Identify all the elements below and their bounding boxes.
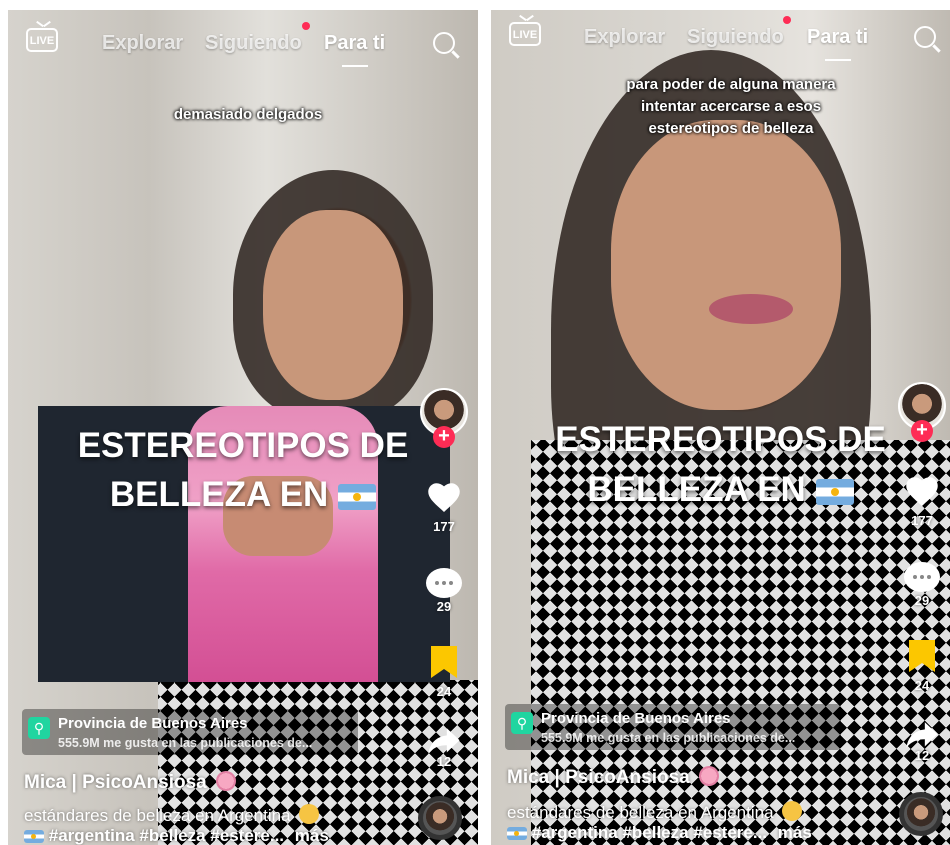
bookmark-count: 24 bbox=[436, 684, 452, 699]
argentina-flag-icon bbox=[815, 478, 854, 505]
comment-count: 29 bbox=[436, 599, 452, 614]
video-description-text: estándares de belleza en Argentina bbox=[24, 806, 291, 825]
live-icon[interactable]: LIVE bbox=[509, 22, 541, 46]
heart-icon[interactable] bbox=[904, 474, 940, 508]
tab-explorar[interactable]: Explorar bbox=[584, 26, 665, 49]
video-caption: demasiado delgados bbox=[173, 106, 323, 123]
tab-siguiendo[interactable]: Siguiendo bbox=[687, 26, 784, 49]
share-count: 12 bbox=[436, 754, 452, 769]
overlay-title-line2-text: BELLEZA EN bbox=[587, 470, 806, 509]
tab-explorar[interactable]: Explorar bbox=[102, 32, 183, 55]
share-icon[interactable] bbox=[427, 726, 461, 756]
like-count: 177 bbox=[433, 519, 455, 534]
more-link[interactable]: más bbox=[295, 826, 329, 845]
bookmark-count: 24 bbox=[914, 678, 930, 693]
hashtags-text: #argentina #belleza #estere... bbox=[531, 823, 768, 842]
music-disc-icon[interactable] bbox=[899, 792, 943, 836]
author-name[interactable]: Mica | PsicoAnsiosa bbox=[24, 771, 236, 794]
more-link[interactable]: más bbox=[778, 823, 812, 842]
heart-icon[interactable] bbox=[426, 480, 462, 514]
argentina-flag-small-icon bbox=[507, 827, 527, 841]
action-rail: + 177 29 24 12 bbox=[896, 382, 948, 782]
top-navigation: LIVE Explorar Siguiendo Para ti bbox=[8, 22, 478, 67]
argentina-flag-icon bbox=[338, 483, 377, 510]
video-panel-right[interactable]: para poder de alguna manera intentar ace… bbox=[491, 10, 950, 845]
location-title: Provincia de Buenos Aires bbox=[541, 710, 731, 727]
notification-dot bbox=[783, 16, 791, 24]
comment-count: 29 bbox=[914, 593, 930, 608]
video-subject-face bbox=[263, 210, 403, 400]
author-name-text: Mica | PsicoAnsiosa bbox=[507, 767, 690, 788]
overlay-title-line1: ESTEREOTIPOS DE bbox=[77, 426, 409, 465]
pensive-emoji-icon bbox=[782, 801, 803, 821]
tab-siguiendo[interactable]: Siguiendo bbox=[205, 32, 302, 55]
notification-dot bbox=[302, 22, 310, 30]
overlay-title-line2: BELLEZA EN bbox=[8, 470, 478, 520]
search-icon[interactable] bbox=[914, 26, 936, 48]
location-card[interactable]: ⚲ Provincia de Buenos Aires 555.9M me gu… bbox=[505, 704, 841, 750]
location-card[interactable]: ⚲ Provincia de Buenos Aires 555.9M me gu… bbox=[22, 709, 358, 755]
follow-plus-icon[interactable]: + bbox=[433, 426, 455, 448]
argentina-flag-small-icon bbox=[24, 830, 44, 844]
video-caption: para poder de alguna manera intentar ace… bbox=[601, 74, 861, 140]
video-description-text: estándares de belleza en Argentina bbox=[507, 803, 774, 822]
search-icon[interactable] bbox=[433, 32, 455, 54]
overlay-title-line1: ESTEREOTIPOS DE bbox=[555, 420, 886, 459]
video-panel-left[interactable]: demasiado delgados ESTEREOTIPOS DE BELLE… bbox=[8, 10, 478, 845]
location-pin-icon: ⚲ bbox=[511, 712, 533, 734]
caption-line-1: para poder de alguna manera bbox=[626, 76, 836, 93]
pensive-emoji-icon bbox=[299, 804, 320, 824]
author-name-text: Mica | PsicoAnsiosa bbox=[24, 772, 207, 793]
caption-line-2: intentar acercarse a esos bbox=[640, 98, 822, 115]
video-description: estándares de belleza en Argentina bbox=[507, 801, 803, 823]
hashtags[interactable]: #argentina #belleza #estere... más bbox=[24, 826, 329, 845]
tab-para-ti[interactable]: Para ti bbox=[807, 26, 868, 61]
video-subject-lips bbox=[709, 294, 793, 324]
location-subtitle: 555.9M me gusta en las publicaciones de.… bbox=[58, 736, 313, 750]
overlay-title-line2-text: BELLEZA EN bbox=[109, 475, 329, 514]
location-subtitle: 555.9M me gusta en las publicaciones de.… bbox=[541, 731, 796, 745]
comment-icon[interactable] bbox=[426, 568, 462, 598]
caption-line-3: estereotipos de belleza bbox=[648, 120, 814, 137]
hashtags-text: #argentina #belleza #estere... bbox=[48, 826, 285, 845]
follow-plus-icon[interactable]: + bbox=[911, 420, 933, 442]
video-subject-face bbox=[611, 120, 841, 410]
bookmark-icon[interactable] bbox=[909, 640, 935, 672]
live-icon[interactable]: LIVE bbox=[26, 28, 58, 52]
location-title: Provincia de Buenos Aires bbox=[58, 715, 248, 732]
bookmark-icon[interactable] bbox=[431, 646, 457, 678]
share-icon[interactable] bbox=[905, 720, 939, 750]
music-disc-icon[interactable] bbox=[418, 796, 462, 840]
like-count: 177 bbox=[911, 513, 933, 528]
brain-emoji-icon bbox=[216, 771, 236, 791]
share-count: 12 bbox=[914, 748, 930, 763]
location-pin-icon: ⚲ bbox=[28, 717, 50, 739]
author-name[interactable]: Mica | PsicoAnsiosa bbox=[507, 766, 719, 789]
video-description: estándares de belleza en Argentina bbox=[24, 804, 320, 826]
brain-emoji-icon bbox=[699, 766, 719, 786]
hashtags[interactable]: #argentina #belleza #estere... más bbox=[507, 823, 812, 843]
overlay-title-line2: BELLEZA EN bbox=[491, 465, 950, 515]
top-navigation: LIVE Explorar Siguiendo Para ti bbox=[491, 16, 950, 61]
tab-para-ti[interactable]: Para ti bbox=[324, 32, 385, 67]
comment-icon[interactable] bbox=[904, 562, 940, 592]
action-rail: + 177 29 24 12 bbox=[418, 388, 470, 788]
